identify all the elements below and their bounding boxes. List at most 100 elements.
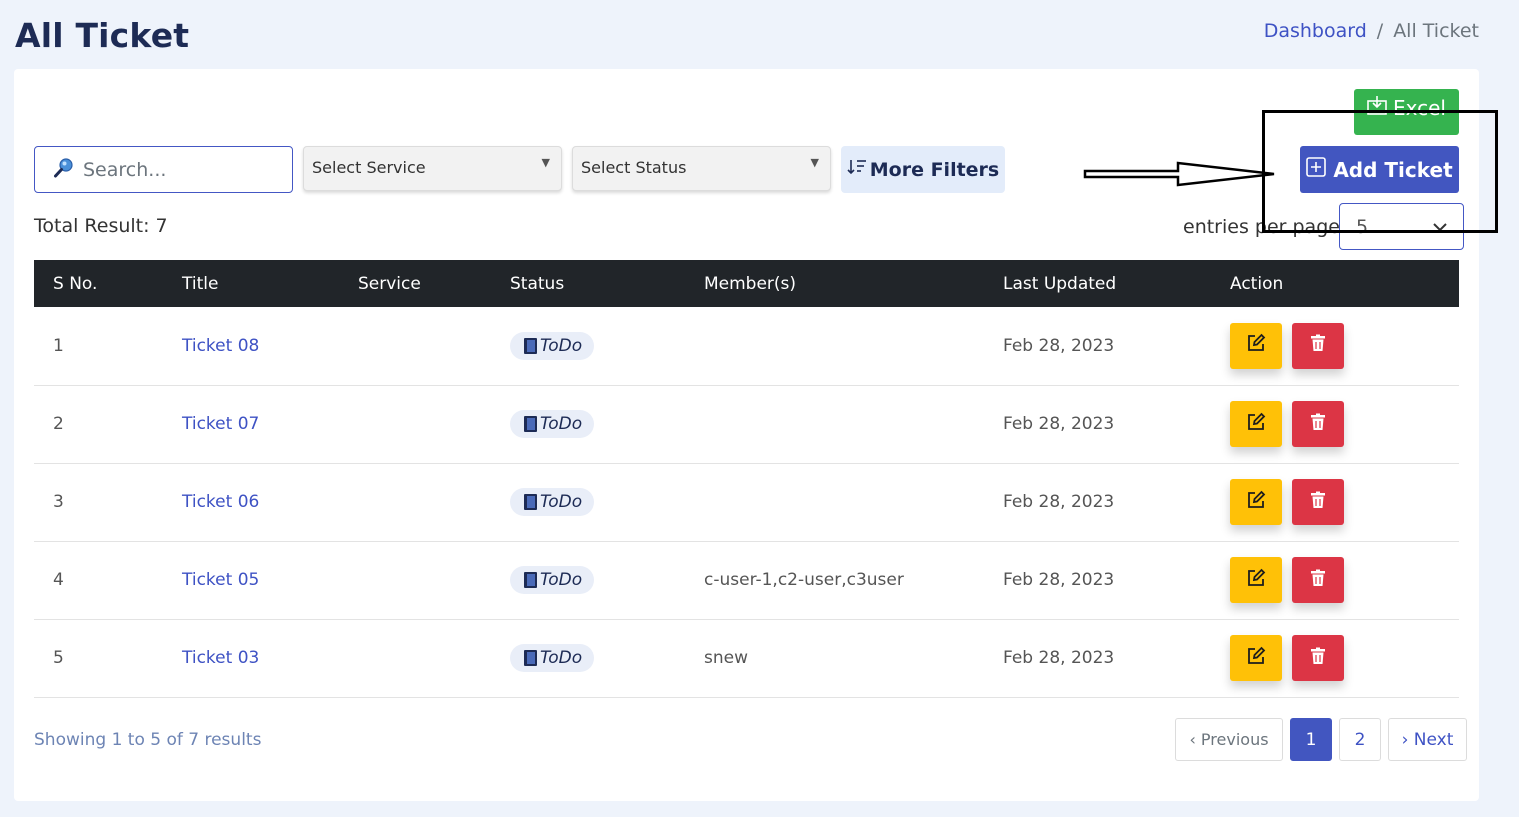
table-row: 4 Ticket 05 ToDo c-user-1,c2-user,c3user…: [34, 541, 1459, 620]
service-select[interactable]: Select Service ▼: [303, 146, 562, 191]
status-badge-label: ToDo: [540, 335, 583, 356]
table-row: 1 Ticket 08 ToDo Feb 28, 2023: [34, 307, 1459, 386]
column-header[interactable]: Member(s): [704, 260, 1003, 307]
cell-sno: 3: [34, 463, 182, 542]
entries-per-page-select[interactable]: 5: [1339, 203, 1464, 250]
edit-icon: [1246, 412, 1266, 437]
ticket-title-link[interactable]: Ticket 06: [182, 492, 259, 512]
cell-title: Ticket 08: [182, 307, 358, 386]
status-select[interactable]: Select Status ▼: [572, 146, 831, 191]
ticket-title-link[interactable]: Ticket 08: [182, 336, 259, 356]
page-title: All Ticket: [15, 16, 190, 55]
delete-button[interactable]: [1292, 322, 1344, 369]
ticket-title-link[interactable]: Ticket 07: [182, 414, 259, 434]
caret-down-icon: ▼: [541, 156, 550, 169]
search-input[interactable]: [83, 158, 263, 181]
delete-button[interactable]: [1292, 635, 1344, 681]
more-filters-button[interactable]: More Filters: [841, 146, 1005, 193]
trash-icon: [1310, 413, 1326, 436]
cell-title: Ticket 03: [182, 619, 358, 698]
table-header-row: S No. Title Service Status Member(s) Las…: [34, 260, 1459, 307]
trash-icon: [1310, 647, 1326, 670]
door-icon: [524, 494, 537, 510]
status-badge-label: ToDo: [540, 648, 583, 668]
table-row: 3 Ticket 06 ToDo Feb 28, 2023: [34, 463, 1459, 542]
column-header[interactable]: Last Updated: [1003, 260, 1230, 307]
pagination-next[interactable]: › Next: [1388, 718, 1467, 761]
ticket-card: Excel Select Service ▼ Select Status ▼ M…: [14, 69, 1479, 801]
column-header[interactable]: Title: [182, 260, 358, 307]
cell-sno: 5: [34, 619, 182, 698]
search-box[interactable]: [34, 146, 293, 193]
cell-last-updated: Feb 28, 2023: [1003, 541, 1230, 620]
column-header[interactable]: S No.: [34, 260, 182, 307]
cell-sno: 4: [34, 541, 182, 620]
sort-icon: [847, 158, 867, 181]
pagination-page[interactable]: 1: [1290, 718, 1332, 761]
download-icon: [1367, 95, 1387, 135]
edit-icon: [1246, 333, 1266, 358]
ticket-title-link[interactable]: Ticket 03: [182, 648, 259, 668]
cell-service: [358, 307, 510, 386]
edit-button[interactable]: [1230, 479, 1282, 525]
ticket-title-link[interactable]: Ticket 05: [182, 570, 259, 590]
entries-per-page-label: entries per page: [1183, 216, 1340, 238]
edit-icon: [1246, 568, 1266, 593]
cell-service: [358, 385, 510, 464]
caret-down-icon: ▼: [810, 156, 819, 169]
breadcrumb-separator: /: [1376, 20, 1384, 42]
delete-button[interactable]: [1292, 401, 1344, 447]
cell-sno: 1: [34, 307, 182, 386]
cell-members: c-user-1,c2-user,c3user: [704, 541, 1003, 620]
edit-button[interactable]: [1230, 635, 1282, 681]
pagination-page[interactable]: 2: [1339, 718, 1381, 761]
cell-action: [1230, 619, 1459, 698]
edit-button[interactable]: [1230, 401, 1282, 447]
trash-icon: [1310, 334, 1326, 357]
edit-icon: [1246, 490, 1266, 515]
cell-status: ToDo: [510, 463, 704, 542]
status-badge-label: ToDo: [540, 570, 583, 590]
breadcrumb-dashboard-link[interactable]: Dashboard: [1264, 20, 1367, 42]
status-select-value: Select Status: [581, 158, 687, 177]
cell-status: ToDo: [510, 385, 704, 464]
status-badge-label: ToDo: [540, 414, 583, 434]
cell-action: [1230, 463, 1459, 542]
cell-action: [1230, 385, 1459, 464]
cell-members: snew: [704, 619, 1003, 698]
column-header[interactable]: Service: [358, 260, 510, 307]
edit-button[interactable]: [1230, 557, 1282, 603]
cell-status: ToDo: [510, 307, 704, 386]
table-row: 5 Ticket 03 ToDo snew Feb 28, 2023: [34, 619, 1459, 698]
cell-members: [704, 463, 1003, 542]
cell-last-updated: Feb 28, 2023: [1003, 463, 1230, 542]
pagination: ‹ Previous 1 2 › Next: [1175, 718, 1467, 761]
door-icon: [524, 650, 537, 666]
delete-button[interactable]: [1292, 557, 1344, 603]
cell-last-updated: Feb 28, 2023: [1003, 307, 1230, 386]
cell-service: [358, 463, 510, 542]
ticket-table: S No. Title Service Status Member(s) Las…: [34, 260, 1459, 698]
status-badge-label: ToDo: [540, 492, 583, 512]
breadcrumb: Dashboard / All Ticket: [1264, 20, 1479, 42]
excel-button-label: Excel: [1393, 96, 1446, 120]
pagination-previous[interactable]: ‹ Previous: [1175, 718, 1283, 761]
column-header[interactable]: Status: [510, 260, 704, 307]
service-select-value: Select Service: [312, 158, 426, 177]
edit-button[interactable]: [1230, 322, 1282, 369]
status-badge: ToDo: [510, 566, 595, 594]
add-ticket-button[interactable]: Add Ticket: [1300, 146, 1459, 193]
search-icon: [53, 157, 75, 183]
excel-button[interactable]: Excel: [1354, 89, 1459, 135]
cell-members: [704, 307, 1003, 386]
cell-sno: 2: [34, 385, 182, 464]
door-icon: [524, 337, 537, 354]
breadcrumb-current: All Ticket: [1393, 20, 1479, 42]
cell-service: [358, 619, 510, 698]
cell-service: [358, 541, 510, 620]
delete-button[interactable]: [1292, 479, 1344, 525]
entries-per-page-value: 5: [1356, 216, 1369, 238]
door-icon: [524, 416, 537, 432]
cell-members: [704, 385, 1003, 464]
cell-last-updated: Feb 28, 2023: [1003, 619, 1230, 698]
